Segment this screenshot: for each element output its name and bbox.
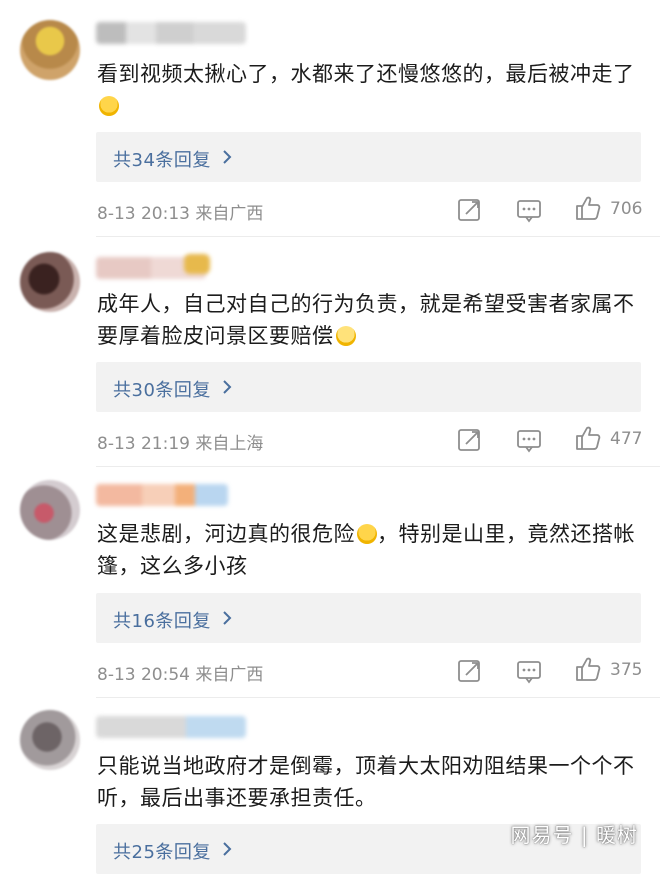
reply-count: 共16条回复 [113,611,211,632]
username-blurred[interactable] [96,484,228,506]
reply-thread-button[interactable]: 共34条回复 [96,132,641,182]
repost-icon[interactable] [456,426,484,454]
location: 来自广西 [195,204,264,224]
like-count: 477 [610,429,643,449]
user-badge-icon [184,254,210,274]
thinking-emoji-icon [335,326,356,346]
comment-icon[interactable] [515,657,543,685]
thumbs-up-icon[interactable] [574,194,602,222]
watermark: 网易号 | 暖树 [510,823,638,847]
reply-thread-button[interactable]: 共30条回复 [96,362,641,412]
timestamp: 8-13 21:19 [97,434,190,454]
chevron-right-icon [223,150,232,164]
chevron-right-icon [223,611,232,625]
divider [96,236,660,237]
like-count: 375 [610,660,643,680]
timestamp: 8-13 20:54 [97,665,190,685]
neutral-emoji-icon [357,524,377,544]
thumbs-up-icon[interactable] [574,655,602,683]
divider [96,697,660,698]
reply-thread-button[interactable]: 共16条回复 [96,593,641,643]
username-blurred[interactable] [96,716,246,738]
avatar[interactable] [20,480,80,540]
timestamp: 8-13 20:13 [97,204,190,224]
location: 来自广西 [195,665,264,685]
comment-text: 看到视频太揪心了，水都来了还慢悠悠的，最后被冲走了 [97,58,642,122]
reply-count: 共30条回复 [113,380,211,401]
reply-count: 共34条回复 [113,150,211,171]
chevron-right-icon [223,842,232,856]
repost-icon[interactable] [456,657,484,685]
comment-text: 这是悲剧，河边真的很危险 ，特别是山里，竟然还搭帐篷，这么多小孩 [97,522,635,578]
comment-meta: 8-13 20:54 来自广西 [97,660,263,685]
avatar[interactable] [20,710,80,770]
comment-icon[interactable] [515,196,543,224]
avatar[interactable] [20,20,80,80]
comment-meta: 8-13 21:19 来自上海 [97,429,263,454]
username-blurred[interactable] [96,22,246,44]
location: 来自上海 [195,434,264,454]
chevron-right-icon [223,380,232,394]
like-count: 706 [610,199,643,219]
crying-emoji-icon [99,96,119,116]
comment-icon[interactable] [515,426,543,454]
thumbs-up-icon[interactable] [574,424,602,452]
reply-count: 共25条回复 [113,842,211,863]
comment-text: 成年人，自己对自己的行为负责，就是希望受害者家属不要厚着脸皮问景区要赔偿 [97,292,635,348]
divider [96,466,660,467]
comment-meta: 8-13 20:13 来自广西 [97,199,263,224]
avatar[interactable] [20,252,80,312]
comment-text: 只能说当地政府才是倒霉，顶着大太阳劝阻结果一个个不听，最后出事还要承担责任。 [97,754,635,810]
repost-icon[interactable] [456,196,484,224]
